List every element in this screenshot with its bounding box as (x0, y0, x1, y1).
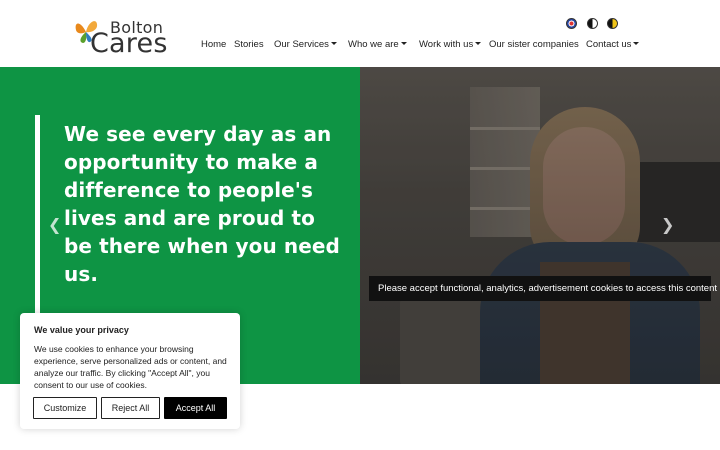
reject-all-button[interactable]: Reject All (101, 397, 160, 419)
yellow-contrast-icon[interactable] (607, 18, 618, 29)
contrast-icon[interactable] (587, 18, 598, 29)
cookie-blocked-notice: Please accept functional, analytics, adv… (369, 276, 717, 301)
bolton-cares-logo[interactable]: Bolton Cares (74, 16, 174, 59)
accept-all-button[interactable]: Accept All (164, 397, 227, 419)
caret-down-icon (633, 42, 640, 45)
chevron-right-icon[interactable]: ❯ (661, 217, 674, 233)
nav-contact-us-label: Contact us (586, 39, 632, 50)
nav-who-we-are-label: Who we are (348, 39, 399, 50)
nav-stories-label: Stories (234, 39, 264, 50)
hero-heading: We see every day as an opportunity to ma… (64, 122, 340, 286)
nav-stories[interactable]: Stories (234, 39, 264, 50)
consent-title: We value your privacy (34, 325, 129, 335)
site-header: Bolton Cares Home Stories Our Services W… (0, 0, 720, 67)
cookie-consent-banner: We value your privacy We use cookies to … (20, 313, 240, 429)
nav-home-label: Home (201, 39, 227, 50)
chevron-left-icon[interactable]: ❮ (48, 217, 61, 233)
nav-work-with-us[interactable]: Work with us (419, 39, 482, 50)
caret-down-icon (330, 42, 337, 45)
nav-home[interactable]: Home (201, 39, 226, 50)
nav-our-sister-companies-label: Our sister companies (489, 39, 579, 50)
nav-who-we-are[interactable]: Who we are (348, 39, 407, 50)
logo-text-cares: Cares (90, 28, 168, 59)
nav-our-sister-companies[interactable]: Our sister companies (489, 39, 579, 50)
customize-button[interactable]: Customize (33, 397, 97, 419)
nav-work-with-us-label: Work with us (419, 39, 474, 50)
nav-contact-us[interactable]: Contact us (586, 39, 640, 50)
consent-description: We use cookies to enhance your browsing … (34, 344, 227, 390)
nav-our-services-label: Our Services (274, 39, 329, 50)
nav-our-services[interactable]: Our Services (274, 39, 337, 50)
caret-down-icon (475, 42, 482, 45)
language-icon[interactable] (566, 18, 577, 29)
caret-down-icon (400, 42, 407, 45)
accessibility-toolbar (566, 18, 622, 30)
